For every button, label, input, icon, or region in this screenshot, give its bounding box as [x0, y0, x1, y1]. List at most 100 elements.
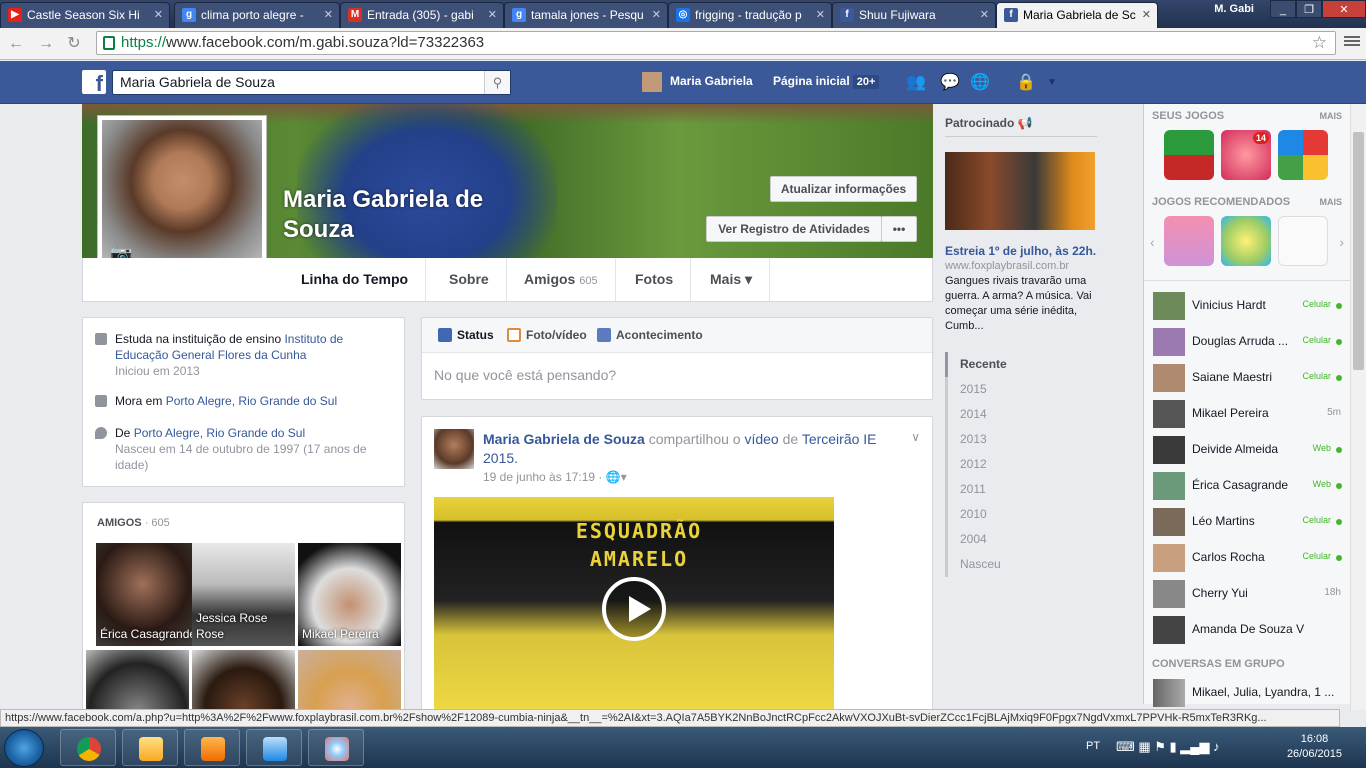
browser-profile-name[interactable]: M. Gabi	[1214, 3, 1254, 15]
taskbar-explorer[interactable]	[122, 729, 178, 766]
search-input[interactable]: Maria Gabriela de Souza ⚲	[112, 70, 511, 95]
close-tab-icon[interactable]: ✕	[652, 3, 661, 27]
friend-thumb[interactable]: Mikael Pereira	[298, 543, 401, 646]
tray-icons[interactable]: ⌨ ▦ ⚑ ▮ ▂▄▆ ♪	[1116, 739, 1220, 755]
timeline-year-link[interactable]: 2013	[945, 427, 1095, 452]
play-icon[interactable]	[602, 577, 666, 641]
ad-image[interactable]	[945, 152, 1095, 230]
address-bar[interactable]: https://www.facebook.com/m.gabi.souza?ld…	[96, 31, 1336, 55]
browser-tab[interactable]: ◎ frigging - tradução p ✕	[668, 2, 832, 28]
scrollbar-thumb[interactable]	[1353, 132, 1364, 370]
chat-contact[interactable]: Amanda De Souza Ventura	[1144, 612, 1351, 648]
chrome-menu-button[interactable]	[1344, 34, 1360, 50]
close-tab-icon[interactable]: ✕	[1142, 3, 1151, 27]
game-barbie-icon[interactable]	[1164, 216, 1214, 266]
close-tab-icon[interactable]: ✕	[980, 3, 989, 27]
video-player[interactable]: ESQUADRÃO AMARELO	[434, 497, 834, 725]
browser-tab[interactable]: f Shuu Fujiwara ✕	[832, 2, 996, 28]
search-icon[interactable]: ⚲	[484, 71, 510, 94]
update-info-button[interactable]: Atualizar informações	[770, 176, 917, 202]
taskbar-paint[interactable]	[308, 729, 364, 766]
friends-heading[interactable]: AMIGOS · 605	[97, 517, 170, 529]
browser-tab[interactable]: g clima porto alegre - ✕	[174, 2, 340, 28]
tab-friends[interactable]: Amigos 605	[507, 258, 616, 301]
browser-tab[interactable]: g tamala jones - Pesqu ✕	[504, 2, 668, 28]
taskbar-chrome[interactable]	[60, 729, 116, 766]
ad-title[interactable]: Estreia 1º de julho, às 22h...	[945, 244, 1097, 258]
timeline-year-link[interactable]: Recente	[945, 352, 1095, 377]
profile-nav-link[interactable]: Maria Gabriela	[670, 74, 753, 88]
lives-link[interactable]: Porto Alegre, Rio Grande do Sul	[166, 394, 337, 408]
chat-contact[interactable]: Cherry Yui 18h	[1144, 576, 1351, 612]
taskbar-app[interactable]	[246, 729, 302, 766]
timeline-year-link[interactable]: 2004	[945, 527, 1095, 552]
tab-photos[interactable]: Fotos	[618, 258, 692, 301]
audience-globe-icon[interactable]: 🌐▾	[606, 470, 627, 484]
start-button[interactable]	[4, 729, 44, 767]
taskbar-media-player[interactable]	[184, 729, 240, 766]
game-candy-crush-icon[interactable]: 14	[1221, 130, 1271, 180]
from-link[interactable]: Porto Alegre, Rio Grande do Sul	[134, 426, 305, 440]
friend-requests-icon[interactable]: 👥	[906, 74, 926, 92]
back-button[interactable]: ←	[6, 34, 26, 54]
tab-timeline[interactable]: Linha do Tempo	[284, 258, 427, 301]
chat-contact[interactable]: Douglas Arruda ... Celular	[1144, 324, 1351, 360]
friend-thumb[interactable]: Jessica Rose Rose	[192, 543, 295, 646]
restore-button[interactable]: ❐	[1296, 0, 1322, 18]
close-tab-icon[interactable]: ✕	[154, 3, 163, 27]
minimize-button[interactable]: _	[1270, 0, 1296, 18]
close-tab-icon[interactable]: ✕	[816, 3, 825, 27]
privacy-lock-icon[interactable]: 🔒	[1016, 74, 1036, 92]
tab-about[interactable]: Sobre	[432, 258, 507, 301]
page-scrollbar[interactable]	[1350, 104, 1366, 710]
timeline-year-link[interactable]: 2011	[945, 477, 1095, 502]
chevron-left-icon[interactable]: ‹	[1150, 234, 1155, 250]
timeline-year-link[interactable]: 2010	[945, 502, 1095, 527]
browser-tab[interactable]: M Entrada (305) - gabi ✕	[340, 2, 504, 28]
game-math-icon[interactable]	[1278, 216, 1328, 266]
post-time[interactable]: 19 de junho às 17:19 ·	[483, 470, 602, 484]
chat-contact[interactable]: Vinicius Hardt Celular	[1144, 288, 1351, 324]
post-video-link[interactable]: vídeo	[744, 431, 778, 447]
messages-icon[interactable]: 💬	[940, 74, 960, 92]
chat-contact[interactable]: Carlos Rocha Celular	[1144, 540, 1351, 576]
close-tab-icon[interactable]: ✕	[324, 3, 333, 27]
composer-photo-tab[interactable]: Foto/vídeo	[507, 328, 587, 342]
bookmark-star-icon[interactable]: ☆	[1312, 32, 1327, 54]
reload-button[interactable]: ↻	[64, 34, 84, 54]
timeline-year-link[interactable]: 2015	[945, 377, 1095, 402]
browser-tab[interactable]: f Maria Gabriela de Sc ✕	[996, 2, 1158, 28]
composer-input[interactable]: No que você está pensando?	[434, 367, 616, 383]
chevron-right-icon[interactable]: ›	[1339, 234, 1344, 250]
avatar[interactable]	[642, 72, 662, 92]
close-window-button[interactable]: ✕	[1322, 0, 1366, 18]
game-trivia-icon[interactable]	[1278, 130, 1328, 180]
post-options-chevron-icon[interactable]: ∨	[911, 430, 920, 444]
activity-log-button[interactable]: Ver Registro de Atividades	[706, 216, 882, 242]
composer-event-tab[interactable]: Acontecimento	[597, 328, 703, 342]
timeline-year-link[interactable]: 2014	[945, 402, 1095, 427]
more-options-button[interactable]: •••	[881, 216, 917, 242]
post-author-avatar[interactable]	[434, 429, 474, 469]
chat-contact[interactable]: Mikael Pereira 5m	[1144, 396, 1351, 432]
tab-more[interactable]: Mais ▾	[693, 258, 771, 301]
game-true-false-icon[interactable]	[1164, 130, 1214, 180]
notifications-globe-icon[interactable]: 🌐	[970, 74, 990, 92]
chat-contact[interactable]: Léo Martins Celular	[1144, 504, 1351, 540]
forward-button[interactable]: →	[36, 34, 56, 54]
settings-chevron-down-icon[interactable]: ▼	[1042, 74, 1062, 92]
home-nav-link[interactable]: Página inicial 20+	[773, 74, 880, 89]
chat-contact[interactable]: Saiane Maestri Celular	[1144, 360, 1351, 396]
ad-url[interactable]: www.foxplaybrasil.com.br	[945, 260, 1069, 272]
facebook-logo-icon[interactable]: f	[82, 70, 106, 94]
browser-tab[interactable]: ▶ Castle Season Six Hi ✕	[0, 2, 170, 28]
composer-status-tab[interactable]: Status	[438, 328, 494, 342]
close-tab-icon[interactable]: ✕	[488, 3, 497, 27]
timeline-year-link[interactable]: 2012	[945, 452, 1095, 477]
chat-contact[interactable]: Deivide Almeida Web	[1144, 432, 1351, 468]
language-indicator[interactable]: PT	[1086, 740, 1100, 752]
game-spongebob-icon[interactable]	[1221, 216, 1271, 266]
post-author-link[interactable]: Maria Gabriela de Souza	[483, 431, 645, 447]
friend-thumb[interactable]: Érica Casagrande	[96, 543, 199, 646]
my-games-more-link[interactable]: MAIS	[1320, 111, 1343, 121]
